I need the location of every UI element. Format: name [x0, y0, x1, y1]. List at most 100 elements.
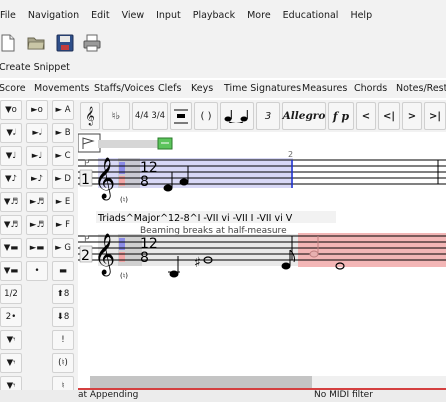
menu-edit[interactable]: Edit — [85, 10, 115, 21]
diminuendo-end-label: >| — [428, 110, 442, 122]
key-signature-button[interactable]: ♮♭ — [102, 102, 130, 130]
grid-col1-row6[interactable]: ▼♬ — [0, 215, 22, 235]
grid-col3-row11[interactable]: ! — [52, 330, 74, 350]
print-icon[interactable] — [82, 33, 102, 53]
save-disk-icon[interactable] — [55, 33, 75, 53]
tab-movements[interactable]: Movements — [34, 83, 89, 94]
staff2-paren: (♮) — [120, 272, 128, 280]
grid-col1-row3[interactable]: ▼♩ — [0, 146, 22, 166]
grid-col3-row5[interactable]: ► E — [52, 192, 74, 212]
tab-clefs[interactable]: Clefs — [158, 83, 181, 94]
grid-col2-row5[interactable]: ►♬ — [26, 192, 48, 212]
key-signature-icon: ♮♭ — [111, 110, 121, 122]
grid-col2-row7[interactable]: ►▬ — [26, 238, 48, 258]
dynamic-fp-button[interactable]: f p — [328, 102, 354, 130]
horizontal-scrollbar-thumb[interactable] — [90, 376, 312, 388]
status-bar: at Appending No MIDI filter — [0, 390, 446, 402]
tab-score[interactable]: Score — [0, 83, 26, 94]
status-left: at Appending — [78, 390, 139, 400]
time-signature-label: 4/4 3/4 — [134, 111, 166, 121]
selection-staff2-red — [298, 233, 446, 267]
grid-col1-row7[interactable]: ▼▬ — [0, 238, 22, 258]
movement-flag-box[interactable] — [78, 133, 101, 153]
menu-view[interactable]: View — [116, 10, 151, 21]
grid-col2-row3[interactable]: ►♩ — [26, 146, 48, 166]
tab-time-signatures[interactable]: Time Signatures — [224, 83, 301, 94]
grid-col1-row2[interactable]: ▼𝅗𝅥 — [0, 123, 22, 143]
grid-col2-row2[interactable]: ►𝅗𝅥 — [26, 123, 48, 143]
treble-clef-staff2-icon: 𝄞 — [94, 233, 115, 276]
staff1-marker-p: P — [84, 159, 90, 169]
measure-rest-icon — [174, 109, 188, 124]
grid-col1-row5[interactable]: ▼♬ — [0, 192, 22, 212]
tempo-allegro-button[interactable]: Allegro — [282, 102, 326, 130]
grid-col3-row6[interactable]: ► F — [52, 215, 74, 235]
grid-col2-row1[interactable]: ►o — [26, 100, 48, 120]
tab-keys[interactable]: Keys — [191, 83, 213, 94]
grid-col1-row12[interactable]: ▼𝄾 — [0, 353, 22, 373]
create-snippet-button[interactable]: Create Snippet — [0, 62, 70, 73]
treble-clef-icon: 𝄞 — [85, 106, 95, 125]
tab-chords[interactable]: Chords — [354, 83, 387, 94]
grid-col3-row7[interactable]: ► G — [52, 238, 74, 258]
treble-clef-button[interactable]: 𝄞 — [80, 102, 100, 130]
grid-col1-row1[interactable]: ▼o — [0, 100, 22, 120]
grid-col1-row9[interactable]: 1/2 — [0, 284, 22, 304]
grid-col3-row3[interactable]: ► C — [52, 146, 74, 166]
menu-bar: File Navigation Edit View Input Playback… — [0, 0, 446, 30]
time-signature-bottom-staff2: 8 — [140, 250, 149, 266]
palette-tabs: Score Movements Staffs/Voices Clefs Keys… — [0, 80, 446, 98]
tied-notes-icon — [224, 110, 248, 123]
triplet-button[interactable]: 3 — [256, 102, 280, 130]
diminuendo-end-button[interactable]: >| — [424, 102, 446, 130]
parentheses-label: ( ) — [200, 110, 212, 122]
diminuendo-start-button[interactable]: > — [402, 102, 422, 130]
grid-col2-row4[interactable]: ►♪ — [26, 169, 48, 189]
grid-col3-row4[interactable]: ► D — [52, 169, 74, 189]
menu-more[interactable]: More — [241, 10, 277, 21]
grid-col3-row2[interactable]: ► B — [52, 123, 74, 143]
crescendo-end-button[interactable]: <| — [378, 102, 400, 130]
score-view[interactable]: 1 P 𝄞 12 8 2 (♮) Triads^Major^12-8^I -VI… — [78, 132, 446, 372]
grid-col2-row8[interactable]: • — [26, 261, 48, 281]
status-midi-filter: No MIDI filter — [314, 390, 373, 400]
grid-col1-row8[interactable]: ▼▬ — [0, 261, 22, 281]
grid-col3-row8[interactable]: ▬ — [52, 261, 74, 281]
time-signature-bottom-staff1: 8 — [140, 174, 149, 190]
svg-text:♯: ♯ — [194, 255, 201, 271]
grid-col3-row12[interactable]: (♮) — [52, 353, 74, 373]
new-file-icon[interactable] — [0, 33, 18, 53]
menu-help[interactable]: Help — [344, 10, 378, 21]
measure-rest-button[interactable] — [170, 102, 192, 130]
grid-col3-row1[interactable]: ► A — [52, 100, 74, 120]
score-canvas[interactable]: 1 P 𝄞 12 8 2 (♮) Triads^Major^12-8^I -VI… — [78, 132, 446, 372]
grid-col1-row10[interactable]: 2• — [0, 307, 22, 327]
menu-navigation[interactable]: Navigation — [22, 10, 85, 21]
chord-triads-label: Triads^Major^12-8^I -VII vi -VII I -VII … — [97, 213, 293, 224]
menu-file[interactable]: File — [0, 10, 22, 21]
parentheses-button[interactable]: ( ) — [194, 102, 218, 130]
menu-playback[interactable]: Playback — [187, 10, 241, 21]
grid-col2-row6[interactable]: ►♬ — [26, 215, 48, 235]
time-signature-button[interactable]: 4/4 3/4 — [132, 102, 168, 130]
tab-notes-rests[interactable]: Notes/Rests — [396, 83, 446, 94]
grid-col1-row4[interactable]: ▼♪ — [0, 169, 22, 189]
snippet-row: Create Snippet — [0, 58, 446, 78]
crescendo-start-button[interactable]: < — [356, 102, 376, 130]
open-folder-icon[interactable] — [26, 33, 46, 53]
tab-measures[interactable]: Measures — [302, 83, 347, 94]
menu-input[interactable]: Input — [150, 10, 187, 21]
grid-col3-row9[interactable]: ⬆8 — [52, 284, 74, 304]
tab-staffs-voices[interactable]: Staffs/Voices — [94, 83, 155, 94]
dynamic-fp-label: f p — [332, 109, 350, 123]
diminuendo-start-label: > — [407, 110, 417, 122]
triplet-label: 3 — [264, 110, 272, 122]
treble-clef-icon: 𝄞 — [94, 157, 115, 200]
tie-button[interactable] — [220, 102, 254, 130]
grid-col3-row10[interactable]: ⬇8 — [52, 307, 74, 327]
staff2-number: 2 — [81, 248, 90, 264]
main-toolbar — [0, 30, 446, 58]
grid-col1-row11[interactable]: ▼𝄾 — [0, 330, 22, 350]
menu-educational[interactable]: Educational — [277, 10, 345, 21]
crescendo-end-label: <| — [382, 110, 396, 122]
